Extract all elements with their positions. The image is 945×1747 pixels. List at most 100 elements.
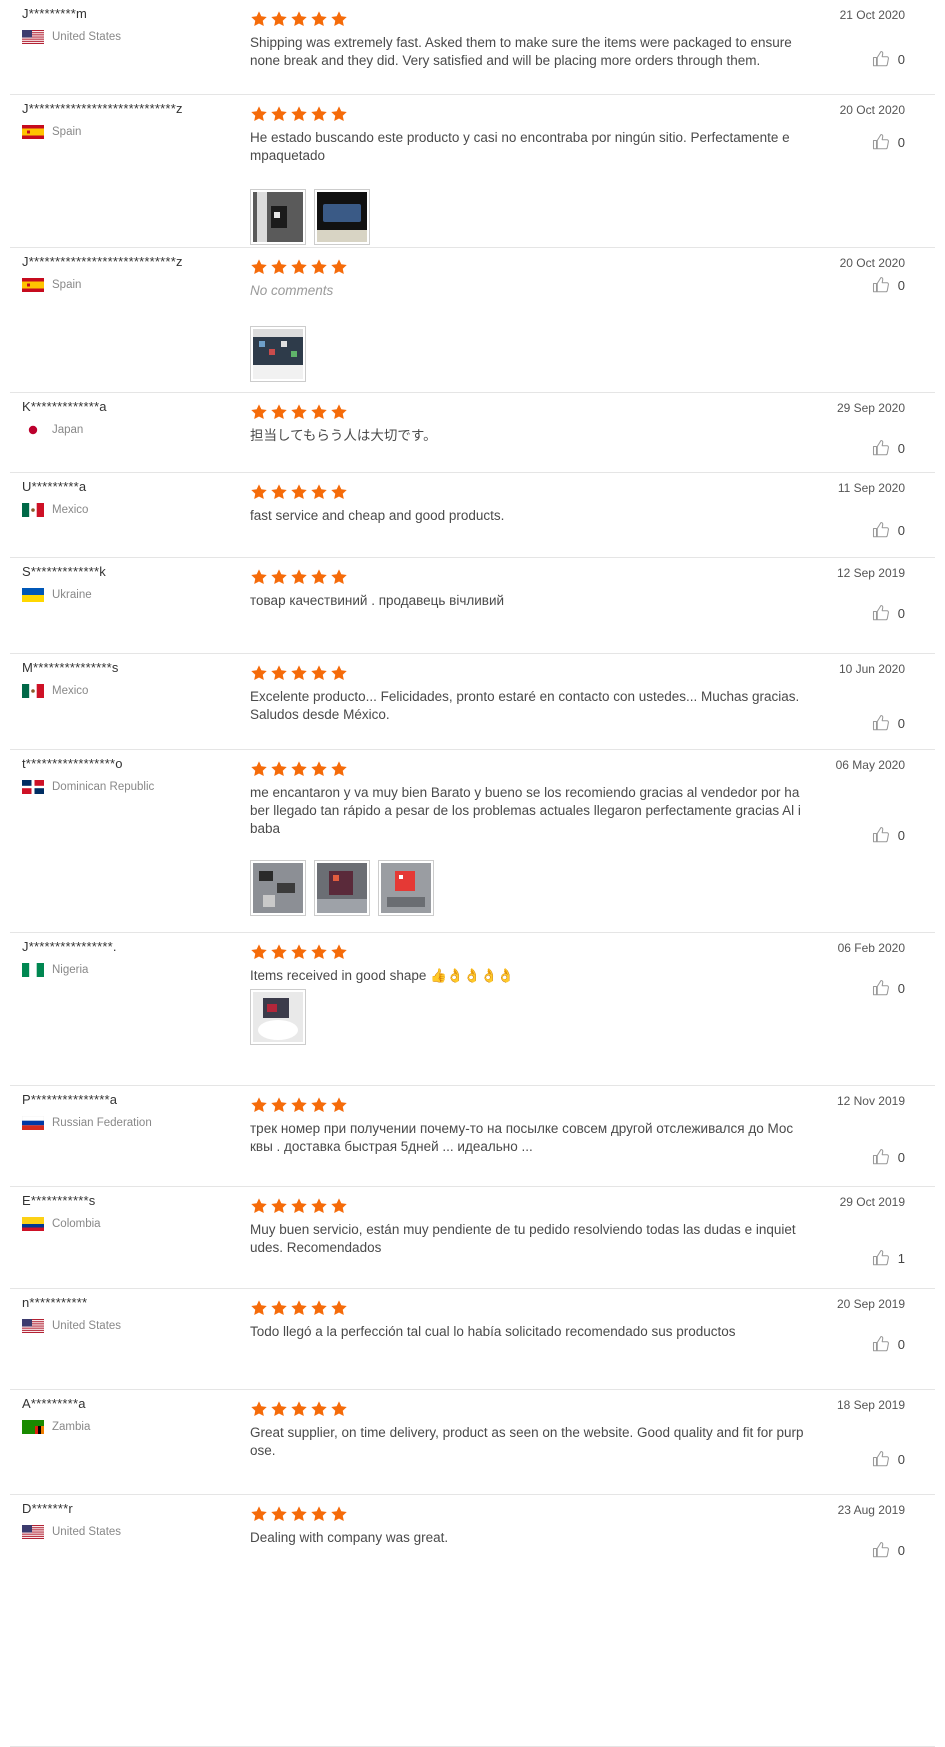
helpful-button[interactable]: 0 <box>872 714 905 732</box>
thumbs-up-icon <box>872 276 890 294</box>
helpful-button[interactable]: 0 <box>872 1335 905 1353</box>
star-icon <box>250 258 268 276</box>
star-icon <box>290 105 308 123</box>
star-icon <box>250 1299 268 1317</box>
country-name: Colombia <box>52 1218 101 1230</box>
star-icon <box>270 760 288 778</box>
review-item: A*********a Zambia Great supplier, on time… <box>10 1390 935 1495</box>
review-photos <box>250 189 370 245</box>
star-icon <box>270 105 288 123</box>
star-icon <box>290 1400 308 1418</box>
star-icon <box>270 1096 288 1114</box>
review-photos <box>250 860 434 916</box>
helpful-button[interactable]: 0 <box>872 521 905 539</box>
review-date: 12 Sep 2019 <box>836 566 905 580</box>
reviewer-country: Mexico <box>22 684 88 698</box>
review-photo-thumbnail[interactable] <box>250 326 306 382</box>
helpful-count: 0 <box>897 715 905 731</box>
helpful-button[interactable]: 0 <box>872 604 905 622</box>
reviewer-country: Ukraine <box>22 588 92 602</box>
review-text: Muy buen servicio, están muy pendiente d… <box>250 1222 796 1255</box>
thumbs-up-icon <box>872 439 890 457</box>
country-flag-icon <box>22 1116 44 1130</box>
review-photo-thumbnail[interactable] <box>250 189 306 245</box>
review-date: 21 Oct 2020 <box>839 8 905 22</box>
thumbs-up-icon <box>872 604 890 622</box>
country-name: United States <box>52 31 122 43</box>
star-rating <box>250 258 348 276</box>
star-icon <box>310 760 328 778</box>
star-icon <box>270 483 288 501</box>
star-icon <box>290 403 308 421</box>
review-photo-thumbnail[interactable] <box>314 860 370 916</box>
helpful-button[interactable]: 0 <box>872 276 905 294</box>
star-icon <box>290 258 308 276</box>
review-list: J*********m United States Shipping was ext… <box>0 0 945 1747</box>
helpful-button[interactable]: 0 <box>872 439 905 457</box>
helpful-count: 0 <box>897 134 905 150</box>
review-photo-thumbnail[interactable] <box>314 189 370 245</box>
review-photo-thumbnail[interactable] <box>250 860 306 916</box>
helpful-count: 0 <box>897 605 905 621</box>
review-item: S*************k Ukraine товар качествиний … <box>10 558 935 654</box>
helpful-button[interactable]: 0 <box>872 826 905 844</box>
star-icon <box>270 403 288 421</box>
star-icon <box>250 10 268 28</box>
star-rating <box>250 760 348 778</box>
star-icon <box>290 1197 308 1215</box>
star-icon <box>330 943 348 961</box>
star-icon <box>250 943 268 961</box>
reviewer-name: J*********m <box>22 6 88 21</box>
star-icon <box>290 1299 308 1317</box>
country-flag-icon <box>22 1217 44 1231</box>
review-photo-thumbnail[interactable] <box>378 860 434 916</box>
review-text: fast service and cheap and good products… <box>250 508 505 523</box>
review-text: 担当してもらう人は大切です。 <box>250 428 437 443</box>
reviewer-name: A*********a <box>22 1396 86 1411</box>
country-name: Nigeria <box>52 964 89 976</box>
star-icon <box>330 105 348 123</box>
star-rating <box>250 1197 348 1215</box>
thumbs-up-icon <box>872 714 890 732</box>
star-icon <box>290 10 308 28</box>
helpful-button[interactable]: 0 <box>872 1541 905 1559</box>
country-name: Ukraine <box>52 589 92 601</box>
helpful-button[interactable]: 0 <box>872 979 905 997</box>
star-rating <box>250 105 348 123</box>
helpful-count: 0 <box>897 440 905 456</box>
star-icon <box>310 258 328 276</box>
star-icon <box>330 1096 348 1114</box>
reviewer-name: J****************************z <box>22 101 183 116</box>
helpful-button[interactable]: 0 <box>872 50 905 68</box>
star-icon <box>270 1505 288 1523</box>
star-icon <box>250 760 268 778</box>
reviewer-name: E***********s <box>22 1193 96 1208</box>
reviewer-name: K*************a <box>22 399 107 414</box>
review-date: 20 Oct 2020 <box>839 256 905 270</box>
country-flag-icon <box>22 125 44 139</box>
helpful-button[interactable]: 0 <box>872 1148 905 1166</box>
review-photo-thumbnail[interactable] <box>250 989 306 1045</box>
star-icon <box>310 568 328 586</box>
star-icon <box>270 258 288 276</box>
star-icon <box>250 1096 268 1114</box>
star-icon <box>310 1299 328 1317</box>
helpful-button[interactable]: 0 <box>872 1450 905 1468</box>
reviewer-country: United States <box>22 30 121 44</box>
review-text: me encantaron y va muy bien Barato y bue… <box>250 785 801 836</box>
star-icon <box>310 1505 328 1523</box>
reviewer-name: J****************************z <box>22 254 183 269</box>
reviewer-country: Spain <box>22 278 81 292</box>
star-icon <box>270 1197 288 1215</box>
review-item: n*********** United States Todo llegó a la… <box>10 1289 935 1390</box>
helpful-count: 0 <box>897 277 905 293</box>
helpful-button[interactable]: 1 <box>872 1249 905 1267</box>
reviewer-name: M***************s <box>22 660 119 675</box>
country-flag-icon <box>22 30 44 44</box>
star-rating <box>250 1096 348 1114</box>
helpful-button[interactable]: 0 <box>872 133 905 151</box>
review-text: трек номер при получении почему-то на по… <box>250 1121 794 1154</box>
reviewer-country: Mexico <box>22 503 88 517</box>
star-rating <box>250 1299 348 1317</box>
reviewer-country: Nigeria <box>22 963 88 977</box>
